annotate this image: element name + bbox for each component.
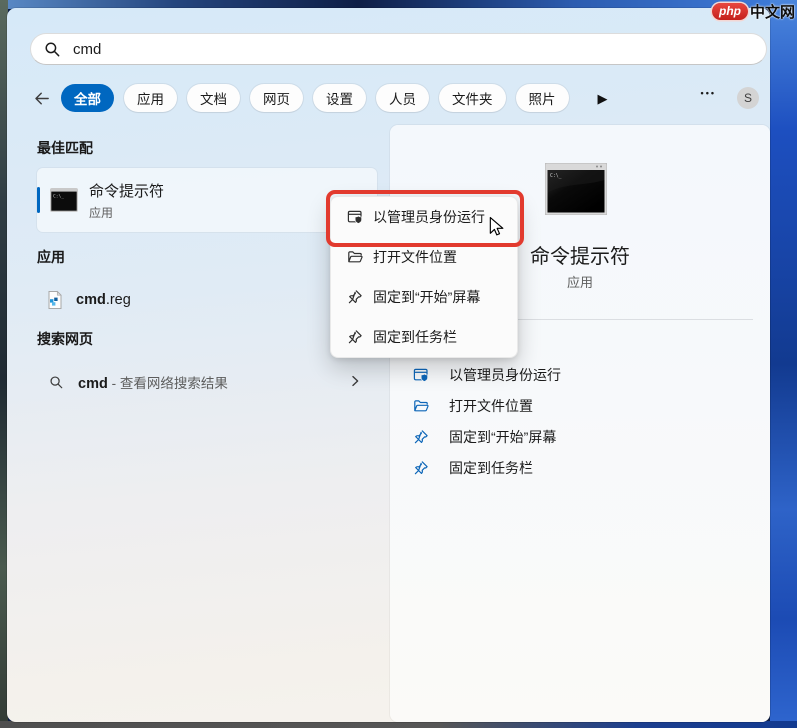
cmd-app-icon: C:\_: [50, 188, 78, 212]
php-logo-text: 中文网: [749, 4, 795, 21]
action-pin-to-start[interactable]: 固定到“开始”屏幕: [390, 421, 770, 452]
action-pin-to-taskbar[interactable]: 固定到任务栏: [390, 452, 770, 483]
svg-text:C:\_: C:\_: [53, 194, 64, 200]
menu-item-label: 打开文件位置: [373, 249, 457, 265]
search-box[interactable]: [30, 33, 767, 65]
tab-all[interactable]: 全部: [61, 84, 114, 112]
php-logo-badge: php: [711, 3, 748, 20]
tab-settings[interactable]: 设置: [313, 84, 366, 112]
web-search-result[interactable]: cmd - 查看网络搜索结果: [37, 366, 369, 398]
chevron-right-icon[interactable]: [347, 373, 363, 389]
run-as-admin-icon: [413, 367, 429, 383]
pin-icon: [347, 329, 363, 345]
tab-documents[interactable]: 文档: [187, 84, 240, 112]
pin-icon: [347, 289, 363, 305]
action-label: 固定到任务栏: [449, 459, 533, 476]
tab-photos[interactable]: 照片: [515, 84, 569, 112]
best-match-result[interactable]: C:\_ 命令提示符 应用: [37, 168, 377, 232]
search-input[interactable]: [71, 39, 715, 59]
detail-actions: 以管理员身份运行 打开文件位置 固定到“开始”屏幕 固定到任务栏: [390, 359, 770, 483]
run-as-admin-icon: [347, 209, 363, 225]
action-run-as-admin[interactable]: 以管理员身份运行: [390, 359, 770, 390]
result-filename: cmd.reg: [76, 292, 131, 308]
context-menu: 以管理员身份运行 打开文件位置 固定到“开始”屏幕 固定到任务栏: [330, 196, 518, 358]
php-cn-logo: php 中文网: [711, 1, 795, 22]
menu-item-open-file-location[interactable]: 打开文件位置: [331, 237, 517, 277]
web-search-icon: [49, 375, 64, 390]
tab-people[interactable]: 人员: [376, 84, 429, 112]
section-header-apps: 应用: [37, 249, 65, 265]
options-ellipsis-icon[interactable]: •••: [701, 88, 716, 98]
filter-toolbar: 全部 应用 文档 网页 设置 人员 文件夹 照片 ▶ ••• S: [28, 84, 768, 112]
web-search-text: cmd - 查看网络搜索结果: [78, 376, 228, 392]
windows-search-flyout: 全部 应用 文档 网页 设置 人员 文件夹 照片 ▶ ••• S 最佳匹配 C:…: [0, 0, 797, 728]
action-label: 固定到“开始”屏幕: [449, 428, 557, 445]
tab-folders[interactable]: 文件夹: [439, 84, 506, 112]
tab-web[interactable]: 网页: [250, 84, 303, 112]
more-tabs-icon[interactable]: ▶: [598, 92, 608, 105]
action-label: 以管理员身份运行: [449, 366, 561, 383]
best-match-title: 命令提示符: [89, 182, 165, 200]
search-panel: 全部 应用 文档 网页 设置 人员 文件夹 照片 ▶ ••• S 最佳匹配 C:…: [7, 8, 770, 722]
action-label: 打开文件位置: [449, 397, 533, 414]
section-header-search-web: 搜索网页: [37, 331, 93, 347]
action-open-file-location[interactable]: 打开文件位置: [390, 390, 770, 421]
result-cmd-reg[interactable]: cmd.reg: [37, 284, 377, 316]
folder-icon: [347, 249, 363, 265]
back-button[interactable]: [28, 85, 54, 111]
best-match-subtitle: 应用: [89, 205, 114, 220]
menu-item-pin-to-start[interactable]: 固定到“开始”屏幕: [331, 277, 517, 317]
pin-icon: [413, 429, 429, 445]
desktop-wallpaper-right: [770, 0, 797, 728]
folder-icon: [413, 398, 429, 414]
menu-item-pin-to-taskbar[interactable]: 固定到任务栏: [331, 317, 517, 357]
menu-item-label: 以管理员身份运行: [373, 209, 485, 225]
pin-icon: [413, 460, 429, 476]
selection-accent-bar: [37, 187, 40, 213]
cmd-app-icon-large: C:\_: [545, 163, 607, 215]
registry-file-icon: [45, 290, 65, 310]
menu-item-run-as-admin[interactable]: 以管理员身份运行: [331, 197, 517, 237]
tab-apps[interactable]: 应用: [124, 84, 177, 112]
section-header-best-match: 最佳匹配: [37, 140, 93, 156]
desktop-wallpaper-bottom: [0, 721, 797, 728]
svg-text:C:\_: C:\_: [550, 173, 562, 179]
menu-item-label: 固定到任务栏: [373, 329, 457, 345]
search-icon: [44, 41, 61, 58]
user-avatar[interactable]: S: [737, 87, 759, 109]
menu-item-label: 固定到“开始”屏幕: [373, 289, 481, 305]
